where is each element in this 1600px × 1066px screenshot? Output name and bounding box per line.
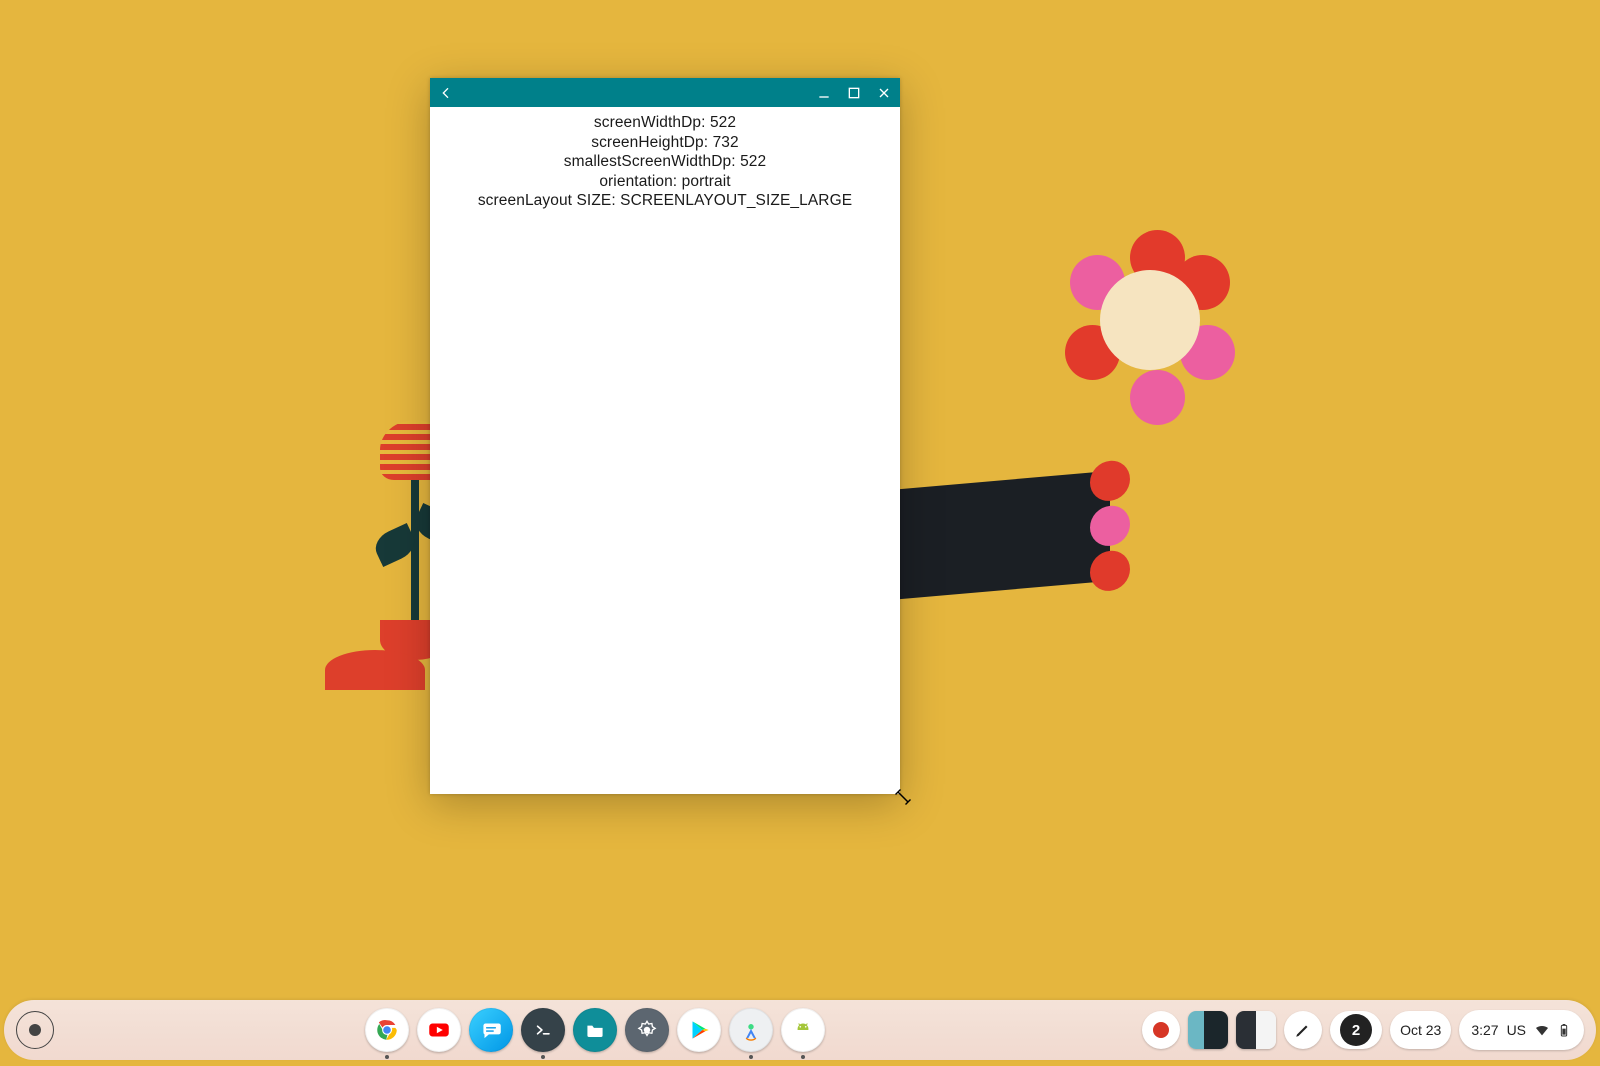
clock-label: 3:27 <box>1471 1022 1498 1038</box>
back-button[interactable] <box>436 83 456 103</box>
running-task-thumbnail[interactable] <box>1188 1011 1228 1049</box>
date-label: Oct 23 <box>1400 1022 1441 1038</box>
quick-settings-pill[interactable]: 3:27 US <box>1459 1010 1584 1050</box>
app-android-generic-icon[interactable] <box>781 1008 825 1052</box>
app-chrome-icon[interactable] <box>365 1008 409 1052</box>
stylus-tools-button[interactable] <box>1284 1011 1322 1049</box>
window-content: screenWidthDp: 522 screenHeightDp: 732 s… <box>430 107 900 794</box>
app-youtube-icon[interactable] <box>417 1008 461 1052</box>
app-play-store-icon[interactable] <box>677 1008 721 1052</box>
calendar-date-pill[interactable]: Oct 23 <box>1390 1011 1451 1049</box>
notification-counter[interactable]: 2 <box>1330 1011 1382 1049</box>
config-smallestscreenwidth: smallestScreenWidthDp: 522 <box>434 152 896 172</box>
app-messages-icon[interactable] <box>469 1008 513 1052</box>
close-button[interactable] <box>874 83 894 103</box>
window-titlebar[interactable] <box>430 78 900 107</box>
app-files-icon[interactable] <box>573 1008 617 1052</box>
chromeos-shelf: 2 Oct 23 3:27 US <box>4 1000 1596 1060</box>
app-settings-icon[interactable] <box>625 1008 669 1052</box>
battery-icon <box>1556 1022 1572 1038</box>
minimize-button[interactable] <box>814 83 834 103</box>
wifi-icon <box>1534 1022 1550 1038</box>
ime-label: US <box>1507 1022 1526 1038</box>
app-terminal-icon[interactable] <box>521 1008 565 1052</box>
wallpaper-flower-right <box>1060 230 1240 410</box>
config-orientation: orientation: portrait <box>434 172 896 192</box>
config-screenlayout: screenLayout SIZE: SCREENLAYOUT_SIZE_LAR… <box>434 191 896 211</box>
config-screenwidthdp: screenWidthDp: 522 <box>434 113 896 133</box>
launcher-button[interactable] <box>16 1011 54 1049</box>
config-screenheightdp: screenHeightDp: 732 <box>434 133 896 153</box>
screen-record-button[interactable] <box>1142 1011 1180 1049</box>
app-android-studio-icon[interactable] <box>729 1008 773 1052</box>
status-icons <box>1534 1022 1572 1038</box>
notification-count-badge: 2 <box>1340 1014 1372 1046</box>
wallpaper-arm <box>900 471 1110 599</box>
maximize-button[interactable] <box>844 83 864 103</box>
android-app-window: screenWidthDp: 522 screenHeightDp: 732 s… <box>430 78 900 794</box>
running-task-thumbnail[interactable] <box>1236 1011 1276 1049</box>
status-tray: 2 Oct 23 3:27 US <box>1142 1010 1584 1050</box>
